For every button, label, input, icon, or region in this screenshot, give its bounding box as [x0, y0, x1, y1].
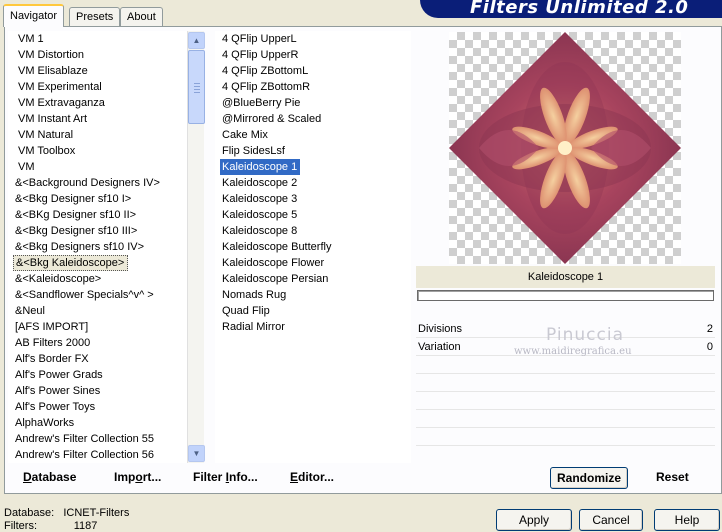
category-item[interactable]: &<Bkg Designer sf10 I> [13, 191, 134, 207]
filter-item[interactable]: Kaleidoscope 8 [220, 223, 300, 239]
filter-item[interactable]: 4 QFlip ZBottomR [220, 79, 313, 95]
randomize-button[interactable]: Randomize [550, 467, 628, 489]
filter-item[interactable]: Kaleidoscope 5 [220, 207, 300, 223]
category-item[interactable]: [AFS IMPORT] [13, 319, 91, 335]
database-button[interactable]: Database [23, 470, 76, 484]
filter-item[interactable]: 4 QFlip UpperR [220, 47, 301, 63]
filter-item[interactable]: Kaleidoscope 2 [220, 175, 300, 191]
filter-item[interactable]: Flip SidesLsf [220, 143, 288, 159]
tab-about[interactable]: About [120, 7, 163, 26]
import-button[interactable]: Import... [114, 470, 161, 484]
help-button[interactable]: Help [654, 509, 720, 531]
category-item[interactable]: &<Bkg Kaleidoscope> [13, 255, 129, 271]
category-item[interactable]: Alf's Power Toys [13, 399, 98, 415]
filter-item[interactable]: @BlueBerry Pie [220, 95, 303, 111]
filter-item[interactable]: 4 QFlip ZBottomL [220, 63, 311, 79]
filter-item[interactable]: Kaleidoscope Flower [220, 255, 327, 271]
status-filters: Filters: 1187 [4, 520, 98, 532]
category-item[interactable]: Alf's Border FX [13, 351, 92, 367]
category-item[interactable]: Alf's Power Sines [13, 383, 103, 399]
category-item[interactable]: VM Natural [16, 127, 76, 143]
filter-item[interactable]: Cake Mix [220, 127, 271, 143]
filter-item[interactable]: Radial Mirror [220, 319, 288, 335]
category-item[interactable]: Alf's Power Grads [13, 367, 106, 383]
filter-item[interactable]: Kaleidoscope Persian [220, 271, 331, 287]
category-item[interactable]: VM [16, 159, 38, 175]
category-list[interactable]: VM 1 VM Distortion VM Elisablaze VM Experim… [8, 31, 187, 463]
category-item[interactable]: VM Toolbox [16, 143, 78, 159]
tab-presets[interactable]: Presets [69, 7, 121, 26]
cancel-button[interactable]: Cancel [579, 509, 643, 531]
category-item[interactable]: VM Experimental [16, 79, 105, 95]
category-item[interactable]: VM Instant Art [16, 111, 90, 127]
status-database: Database: ICNET-Filters [4, 507, 130, 519]
tab-navigator[interactable]: Navigator [3, 4, 65, 27]
category-item[interactable]: VM Elisablaze [16, 63, 91, 79]
progress-bar [417, 290, 714, 301]
kaleidoscope-preview-image [449, 32, 681, 264]
editor-button[interactable]: Editor... [290, 470, 334, 484]
category-item[interactable]: VM Extravaganza [16, 95, 108, 111]
category-item[interactable]: &<Bkg Designer sf10 III> [13, 223, 140, 239]
category-item[interactable]: Andrew's Filter Collection 55 [13, 431, 157, 447]
scroll-down-arrow-icon[interactable]: ▼ [188, 445, 205, 462]
category-item[interactable]: AlphaWorks [13, 415, 77, 431]
filter-item[interactable]: @Mirrored & Scaled [220, 111, 324, 127]
banner-title: Filters Unlimited 2.0 [470, 0, 689, 18]
category-item[interactable]: VM 1 [16, 31, 47, 47]
apply-button[interactable]: Apply [496, 509, 572, 531]
filter-item[interactable]: Kaleidoscope 1 [220, 159, 301, 175]
watermark-url: www.maidiregrafica.eu [514, 346, 632, 357]
category-item[interactable]: &<Background Designers IV> [13, 175, 163, 191]
filter-item[interactable]: Kaleidoscope 3 [220, 191, 300, 207]
category-item[interactable]: &<Bkg Designers sf10 IV> [13, 239, 147, 255]
category-item[interactable]: &<Sandflower Specials^v^ > [13, 287, 157, 303]
category-item[interactable]: &<Kaleidoscope> [13, 271, 104, 287]
filter-item[interactable]: Quad Flip [220, 303, 273, 319]
reset-button[interactable]: Reset [656, 470, 689, 484]
filter-item[interactable]: Nomads Rug [220, 287, 289, 303]
preview-caption: Kaleidoscope 1 [416, 266, 715, 288]
filter-info-button[interactable]: Filter Info... [193, 470, 258, 484]
category-scrollbar[interactable]: ▲ ▼ [187, 31, 205, 463]
category-item[interactable]: &Neul [13, 303, 48, 319]
filter-item[interactable]: 4 QFlip UpperL [220, 31, 300, 47]
category-item[interactable]: &<BKg Designer sf10 II> [13, 207, 139, 223]
filter-list[interactable]: 4 QFlip UpperL 4 QFlip UpperR 4 QFlip ZBot… [215, 31, 411, 463]
category-item[interactable]: Andrew's Filter Collection 56 [13, 447, 157, 463]
scroll-thumb[interactable] [188, 50, 205, 124]
category-item[interactable]: VM Distortion [16, 47, 87, 63]
filter-item[interactable]: Kaleidoscope Butterfly [220, 239, 334, 255]
scroll-up-arrow-icon[interactable]: ▲ [188, 32, 205, 49]
watermark-logo: Pinuccia [546, 325, 624, 345]
category-item[interactable]: AB Filters 2000 [13, 335, 93, 351]
